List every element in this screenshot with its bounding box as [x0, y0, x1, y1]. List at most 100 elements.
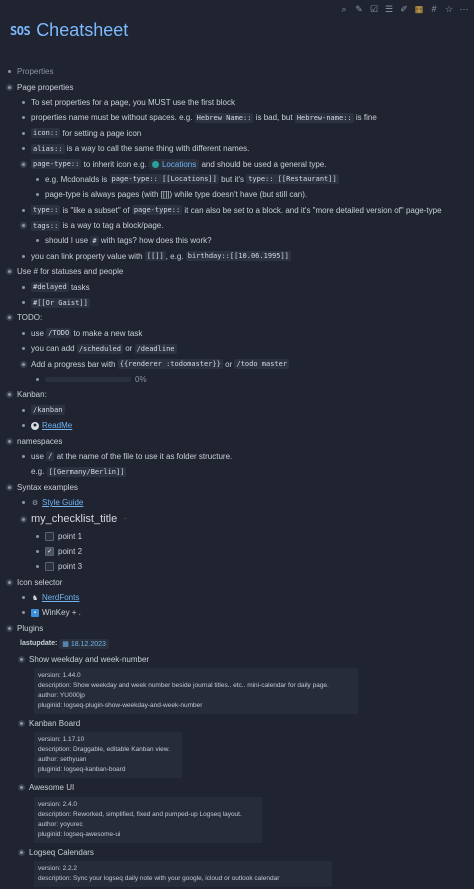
bullet-icon[interactable]	[22, 208, 25, 212]
block[interactable]: Icon selector	[8, 575, 468, 590]
block[interactable]: #delayed tasks	[22, 279, 468, 294]
bullet-icon[interactable]	[22, 131, 25, 135]
bullet-icon[interactable]	[22, 116, 25, 120]
block[interactable]: Page properties	[8, 79, 468, 94]
pencil-icon[interactable]: ✎	[353, 3, 365, 15]
checklist-item[interactable]: point 3	[36, 559, 468, 574]
block[interactable]: use /TODO to make a new task	[22, 326, 468, 341]
block[interactable]: To set properties for a page, you MUST u…	[22, 95, 468, 110]
block-text: to make a new task	[73, 328, 143, 338]
block[interactable]: you can add /scheduled or /deadline	[22, 341, 468, 356]
bullet-icon[interactable]	[22, 424, 25, 428]
bullet-icon[interactable]	[36, 193, 39, 197]
block[interactable]: properties name must be without spaces. …	[22, 110, 468, 125]
block[interactable]: my_checklist_title ··	[22, 510, 468, 528]
bullet-icon[interactable]	[36, 565, 39, 569]
more-icon[interactable]: ⋯	[458, 3, 470, 15]
bullet-icon[interactable]	[22, 100, 25, 104]
bullet-icon[interactable]	[8, 439, 11, 443]
bullet-icon[interactable]	[22, 224, 25, 228]
bullet-icon[interactable]	[22, 454, 25, 458]
block[interactable]: #[[Or Gaist]]	[22, 295, 468, 310]
star-icon[interactable]: ☆	[443, 3, 455, 15]
bullet-icon[interactable]	[22, 347, 25, 351]
bullet-icon[interactable]	[22, 285, 25, 289]
bullet-icon[interactable]	[22, 331, 25, 335]
block[interactable]: Syntax examples	[8, 480, 468, 495]
bullet-icon[interactable]	[20, 657, 23, 661]
bullet-icon[interactable]	[8, 626, 11, 630]
block[interactable]: TODO:	[8, 310, 468, 325]
checkbox[interactable]	[45, 562, 54, 572]
block[interactable]: Awesome UI	[20, 780, 468, 795]
block[interactable]: type:: is "like a subset" of page-type::…	[22, 203, 468, 218]
bullet-icon[interactable]	[22, 362, 25, 366]
bullet-icon[interactable]	[36, 177, 39, 181]
block[interactable]: 0%	[36, 372, 468, 387]
block[interactable]: icon:: for setting a page icon	[22, 126, 468, 141]
checklist-item[interactable]: ✓ point 2	[36, 544, 468, 559]
bullet-icon[interactable]	[36, 549, 39, 553]
block[interactable]: Use # for statuses and people	[8, 264, 468, 279]
checkbox[interactable]	[45, 531, 54, 541]
block[interactable]: Add a progress bar with {{renderer :todo…	[22, 356, 468, 371]
block[interactable]: ⚙ Style Guide	[22, 495, 468, 510]
search-icon[interactable]: ⌕	[338, 3, 350, 15]
bullet-icon[interactable]	[22, 254, 25, 258]
block[interactable]: /kanban	[22, 403, 468, 418]
block[interactable]: Show weekday and week-number	[20, 651, 468, 666]
block-text: with tags? how does this work?	[100, 236, 212, 246]
block[interactable]: page-type is always pages (with [[]]) wh…	[36, 187, 468, 202]
bullet-icon[interactable]	[20, 850, 23, 854]
checklist-item[interactable]: point 1	[36, 528, 468, 543]
calendar-icon[interactable]: ▦	[413, 3, 425, 15]
block[interactable]: Kanban:	[8, 387, 468, 402]
block[interactable]: namespaces	[8, 433, 468, 448]
bullet-icon[interactable]	[22, 408, 25, 412]
bullet-icon[interactable]	[8, 70, 11, 74]
bullet-icon[interactable]	[8, 270, 11, 274]
block[interactable]: ● ReadMe	[22, 418, 468, 433]
readme-link[interactable]: ReadMe	[42, 421, 72, 430]
bullet-icon[interactable]	[36, 239, 39, 243]
block[interactable]: Plugins	[8, 621, 468, 636]
bullet-icon[interactable]	[8, 85, 11, 89]
bullet-icon[interactable]	[22, 611, 25, 615]
block[interactable]: Kanban Board	[20, 716, 468, 731]
block[interactable]: alias:: is a way to call the same thing …	[22, 141, 468, 156]
nerdfonts-link[interactable]: NerdFonts	[42, 593, 79, 602]
bullet-icon[interactable]	[8, 580, 11, 584]
collapse-icon[interactable]: ··	[123, 516, 127, 522]
bullet-icon[interactable]	[8, 393, 11, 397]
bullet-icon[interactable]	[20, 786, 23, 790]
block[interactable]: use / at the name of the file to use it …	[22, 449, 468, 464]
bullet-icon[interactable]	[22, 596, 25, 600]
bullet-icon[interactable]	[36, 378, 39, 381]
bullet-icon[interactable]	[8, 485, 11, 489]
bullet-icon[interactable]	[22, 147, 25, 151]
bullet-icon[interactable]	[22, 501, 25, 505]
block[interactable]: page-type:: to inherit icon e.g. Locatio…	[22, 156, 468, 171]
checkbox[interactable]: ✓	[45, 546, 54, 556]
date-ref[interactable]: ▦ 18.12.2023	[59, 638, 109, 649]
bullet-icon[interactable]	[20, 722, 23, 726]
style-guide-link[interactable]: Style Guide	[42, 498, 83, 507]
block[interactable]: e.g. Mcdonalds is page-type:: [[Location…	[36, 172, 468, 187]
check-icon[interactable]: ☑	[368, 3, 380, 15]
block[interactable]: ▪ WinKey + .	[22, 605, 468, 620]
list-icon[interactable]: ☰	[383, 3, 395, 15]
block[interactable]: Properties	[8, 64, 468, 79]
block[interactable]: ♞ NerdFonts	[22, 590, 468, 605]
bullet-icon[interactable]	[8, 316, 11, 320]
hash-icon[interactable]: #	[428, 3, 440, 15]
edit-icon[interactable]: ✐	[398, 3, 410, 15]
page-title-text[interactable]: Cheatsheet	[36, 20, 128, 41]
bullet-icon[interactable]	[22, 517, 25, 521]
block[interactable]: should I use # with tags? how does this …	[36, 233, 468, 248]
bullet-icon[interactable]	[22, 301, 25, 305]
bullet-icon[interactable]	[22, 162, 25, 166]
page-ref-locations[interactable]: Locations	[148, 158, 200, 170]
block[interactable]: tags:: is a way to tag a block/page.	[22, 218, 468, 233]
bullet-icon[interactable]	[36, 534, 39, 538]
block[interactable]: you can link property value with [[]], e…	[22, 249, 468, 264]
